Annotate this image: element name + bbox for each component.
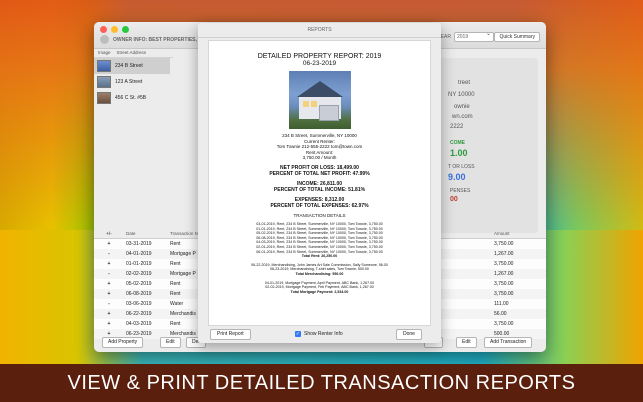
profit-value: 9.00	[448, 172, 466, 182]
property-address: 456 C St. #5B	[115, 95, 147, 101]
expenses-value: 00	[450, 196, 458, 203]
summary-phone: 2222	[450, 124, 464, 130]
house-thumbnail-icon	[97, 76, 111, 88]
report-preview: DETAILED PROPERTY REPORT: 2019 06-23-201…	[208, 40, 431, 326]
type-column-header: Transaction N	[170, 231, 198, 236]
pm-cell: -	[108, 271, 110, 277]
date-cell: 03-31-2019	[126, 241, 152, 247]
income-value: 1.00	[450, 148, 468, 158]
print-report-button[interactable]: Print Report	[210, 329, 251, 340]
type-cell: Rent	[170, 241, 181, 247]
amount-cell: 56.00	[494, 311, 507, 317]
image-column-header: Image	[98, 50, 111, 55]
done-button[interactable]: Done	[396, 329, 422, 340]
window-controls	[100, 26, 129, 33]
property-summary-pane: treet NY 10000 ownie wn.com 2222 COME 1.…	[424, 58, 538, 233]
minimize-button[interactable]	[111, 26, 118, 33]
add-transaction-button[interactable]: Add Transaction	[484, 337, 533, 348]
pm-cell: +	[107, 281, 111, 287]
year-selector: YEAR 2019	[437, 30, 494, 42]
date-cell: 02-02-2019	[126, 271, 152, 277]
amount-cell: 1,267.00	[494, 251, 514, 257]
pm-cell: +	[107, 241, 111, 247]
amount-cell: 3,750.00	[494, 261, 514, 267]
report-date: 06-23-2019	[302, 60, 337, 67]
house-thumbnail-icon	[97, 92, 111, 104]
pm-cell: -	[108, 251, 110, 257]
amount-cell: 3,750.00	[494, 291, 514, 297]
summary-city: NY 10000	[448, 92, 475, 98]
owner-info-label: OWNER INFO: BEST PROPERTIES, LL	[113, 36, 205, 43]
amount-cell: 3,750.00	[494, 281, 514, 287]
income-label: COME	[450, 140, 465, 146]
show-renter-info-label: Show Renter Info	[304, 331, 343, 337]
type-cell: Rent	[170, 321, 181, 327]
date-column-header: Date	[126, 231, 136, 236]
property-list-header: Image Street Address	[94, 49, 173, 58]
edit-property-button[interactable]: Edit	[160, 337, 181, 348]
amount-cell: 3,750.00	[494, 241, 514, 247]
amount-cell: 3,750.00	[494, 321, 514, 327]
amount-column-header: Amount	[494, 231, 510, 236]
type-cell: Rent	[170, 261, 181, 267]
pm-column-header: +/-	[106, 231, 112, 236]
date-cell: 06-08-2019	[126, 291, 152, 297]
date-cell: 06-22-2019	[126, 311, 152, 317]
summary-renter: ownie	[454, 104, 470, 110]
property-address: 234 B Street	[115, 63, 143, 69]
profit-label: T OR LOSS	[448, 164, 475, 170]
type-cell: Water	[170, 301, 184, 307]
reports-sheet-title: REPORTS	[198, 23, 441, 38]
checkmark-icon: ✓	[295, 331, 301, 337]
date-cell: 04-03-2019	[126, 321, 152, 327]
date-cell: 03-06-2019	[126, 301, 152, 307]
owner-avatar-icon	[100, 35, 109, 44]
zoom-button[interactable]	[122, 26, 129, 33]
expenses-label: PENSES	[450, 188, 471, 194]
type-cell: Mortgage P	[170, 251, 196, 257]
summary-email: wn.com	[452, 114, 473, 120]
show-renter-info-checkbox[interactable]: ✓ Show Renter Info	[295, 331, 343, 337]
year-dropdown[interactable]: 2019	[454, 30, 494, 42]
edit-transaction-button[interactable]: Edit	[456, 337, 477, 348]
date-cell: 01-01-2019	[126, 261, 152, 267]
property-item[interactable]: 234 B Street	[94, 58, 170, 74]
quick-summary-button[interactable]: Quick Summary	[494, 32, 540, 42]
pm-cell: +	[107, 311, 111, 317]
amount-cell: 1,267.00	[494, 271, 514, 277]
reports-sheet-footer: Print Report ✓ Show Renter Info Done	[198, 326, 441, 340]
property-item[interactable]: 456 C St. #5B	[94, 90, 170, 106]
report-title: DETAILED PROPERTY REPORT: 2019	[257, 53, 382, 60]
year-value: 2019	[457, 34, 469, 40]
amount-cell: 111.00	[494, 301, 509, 307]
house-thumbnail-icon	[97, 60, 111, 72]
pm-cell: -	[108, 301, 110, 307]
property-photo	[288, 71, 351, 129]
owner-info[interactable]: OWNER INFO: BEST PROPERTIES, LL	[100, 35, 204, 44]
promo-banner-text: VIEW & PRINT DETAILED TRANSACTION REPORT…	[67, 372, 576, 394]
type-cell: Rent	[170, 291, 181, 297]
pm-cell: +	[107, 321, 111, 327]
promo-banner: VIEW & PRINT DETAILED TRANSACTION REPORT…	[0, 364, 643, 402]
date-cell: 04-01-2019	[126, 251, 152, 257]
type-cell: Rent	[170, 281, 181, 287]
date-cell: 05-02-2019	[126, 281, 152, 287]
type-cell: Mortgage P	[170, 271, 196, 277]
reports-sheet: REPORTS DETAILED PROPERTY REPORT: 2019 0…	[198, 23, 441, 343]
property-address: 123 A Street	[115, 79, 143, 85]
total-mortgage: Total Mortgage Payment: 2,534.00	[290, 289, 349, 294]
type-cell: Merchandis	[170, 311, 196, 317]
property-list: 234 B Street 123 A Street 456 C St. #5B	[94, 58, 170, 106]
address-column-header: Street Address	[116, 50, 147, 55]
add-property-button[interactable]: Add Property	[102, 337, 144, 348]
pm-cell: +	[107, 291, 111, 297]
close-button[interactable]	[100, 26, 107, 33]
property-item[interactable]: 123 A Street	[94, 74, 170, 90]
pm-cell: +	[107, 261, 111, 267]
summary-street: treet	[458, 80, 471, 86]
